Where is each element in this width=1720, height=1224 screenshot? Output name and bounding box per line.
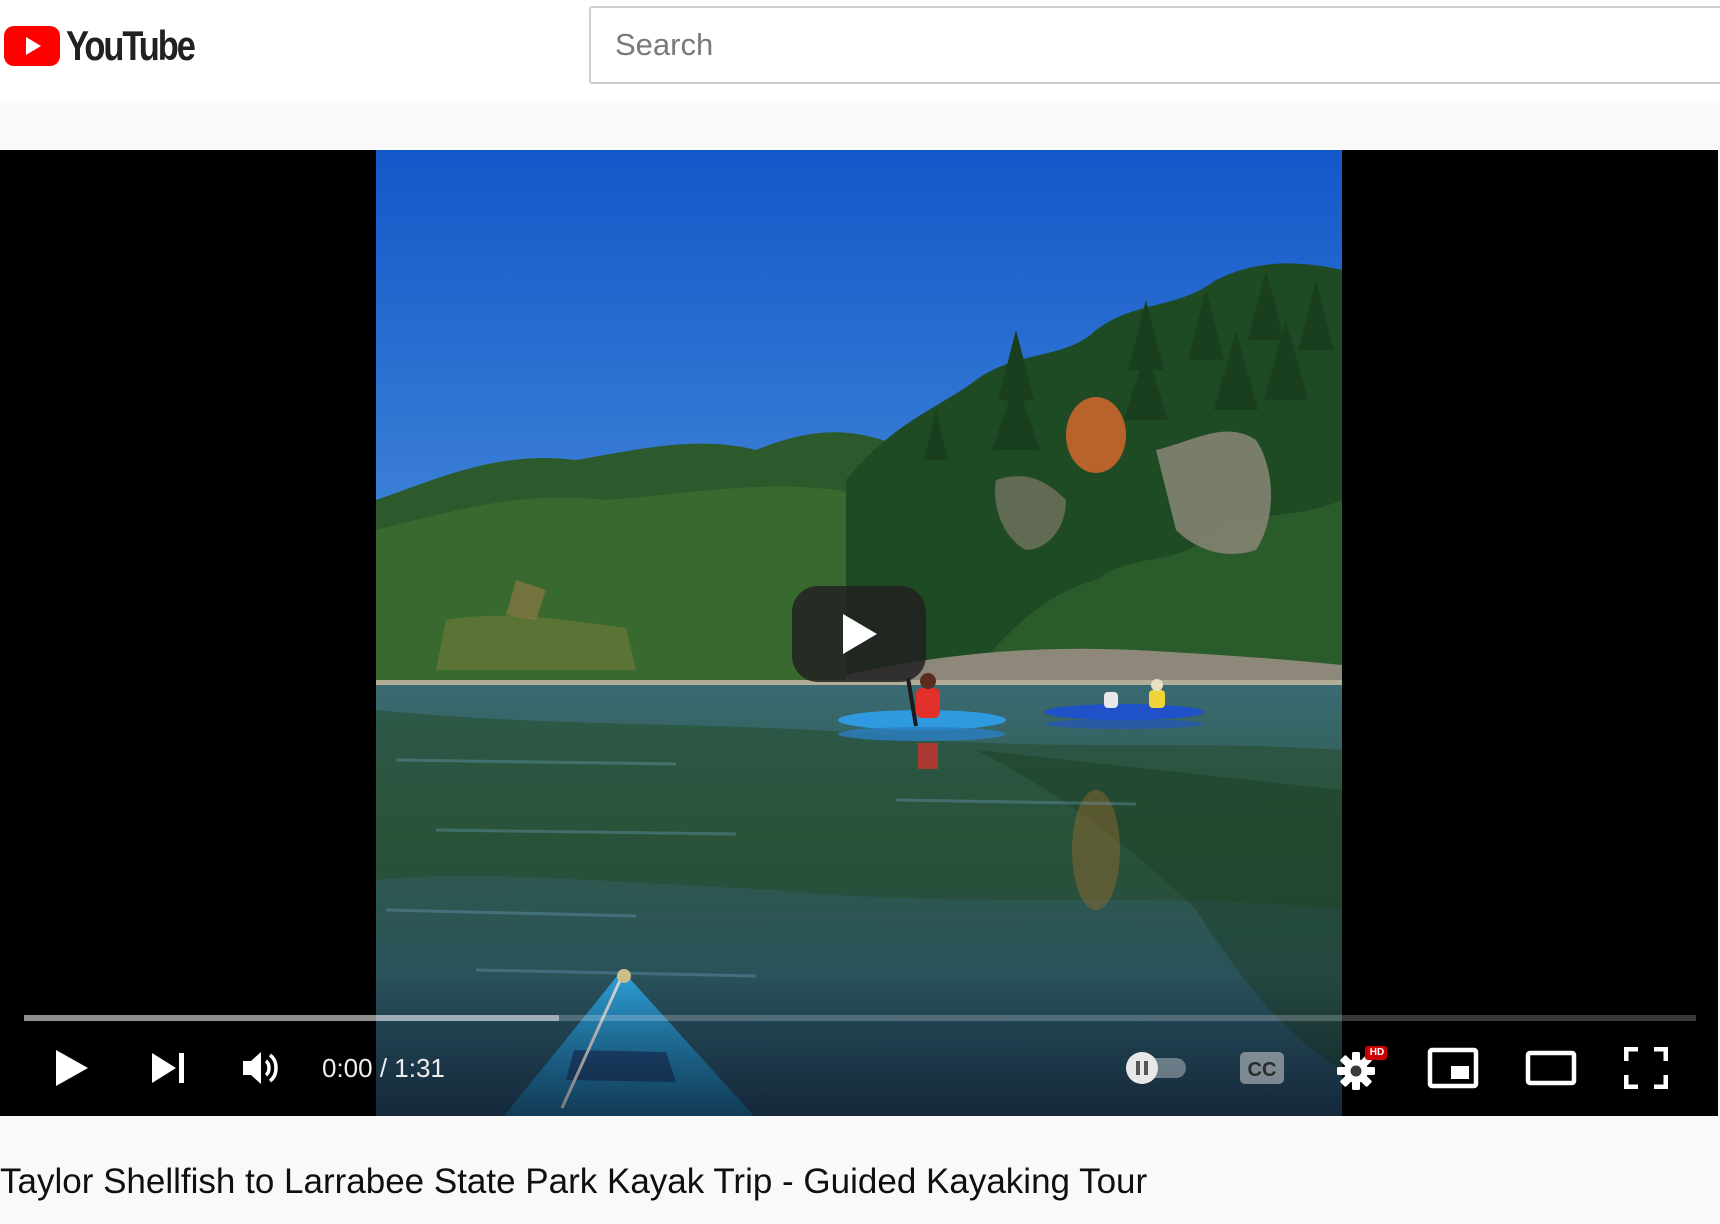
next-icon <box>152 1053 184 1083</box>
current-time: 0:00 <box>322 1053 373 1083</box>
fullscreen-icon <box>1624 1047 1668 1089</box>
settings-button[interactable]: HD <box>1336 1046 1388 1092</box>
large-play-button[interactable] <box>792 586 926 682</box>
youtube-logo[interactable]: YouTube <box>4 22 222 69</box>
hd-badge-label: HD <box>1369 1047 1385 1058</box>
volume-button[interactable] <box>240 1048 284 1088</box>
duration: 1:31 <box>394 1053 445 1083</box>
time-display: 0:00 / 1:31 <box>322 1048 445 1088</box>
captions-icon: CC <box>1240 1052 1284 1084</box>
fullscreen-button[interactable] <box>1622 1046 1670 1090</box>
play-icon <box>843 614 877 654</box>
captions-button[interactable]: CC <box>1238 1048 1286 1088</box>
miniplayer-icon <box>1427 1047 1479 1089</box>
masthead: YouTube <box>0 0 1720 103</box>
autoplay-toggle-icon <box>1126 1052 1186 1084</box>
search-input[interactable] <box>591 8 1720 82</box>
theater-mode-button[interactable] <box>1524 1048 1578 1088</box>
video-player[interactable]: 0:00 / 1:31 CC HD <box>0 150 1718 1116</box>
logo-text: YouTube <box>66 22 196 69</box>
video-title: Taylor Shellfish to Larrabee State Park … <box>0 1162 1148 1201</box>
svg-text:CC: CC <box>1248 1059 1277 1081</box>
miniplayer-button[interactable] <box>1426 1046 1480 1090</box>
time-separator: / <box>372 1053 395 1083</box>
progress-loaded <box>24 1015 560 1021</box>
play-icon <box>56 1050 88 1086</box>
volume-icon <box>243 1052 278 1084</box>
next-button[interactable] <box>148 1048 188 1088</box>
youtube-logo-icon <box>4 26 60 66</box>
search-box[interactable] <box>589 6 1720 84</box>
play-button[interactable] <box>50 1046 94 1090</box>
autoplay-toggle[interactable] <box>1122 1050 1190 1086</box>
theater-mode-icon <box>1525 1050 1577 1086</box>
progress-bar[interactable] <box>24 1015 1696 1021</box>
